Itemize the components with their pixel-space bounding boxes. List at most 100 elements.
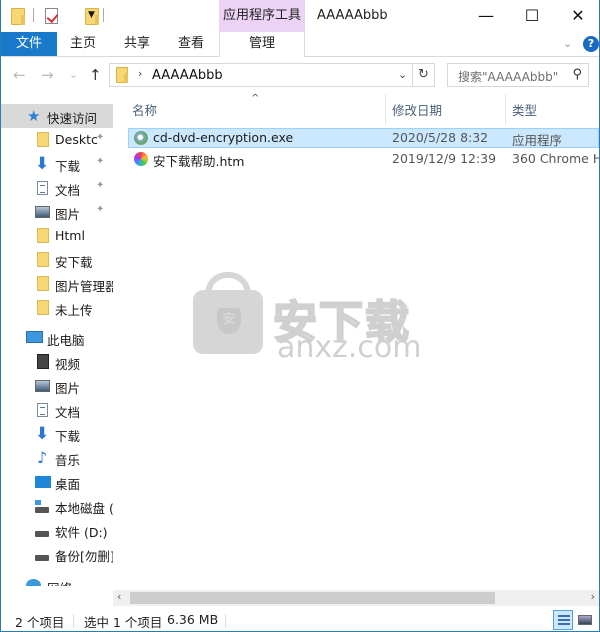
file-date: 2020/5/28 8:32	[392, 130, 489, 145]
file-name: 安下载帮助.htm	[153, 154, 245, 169]
tab-manage-container: 管理	[219, 32, 305, 57]
status-bar: 2 个项目 选中 1 个项目 6.36 MB	[1, 608, 599, 632]
sidebar-item-network[interactable]: 网络	[1, 574, 113, 586]
sidebar-item-downloads-pc[interactable]: ⬇ 下载	[1, 422, 113, 446]
breadcrumb-current[interactable]: AAAAAbbb	[152, 68, 223, 83]
folder-icon	[116, 67, 128, 83]
sidebar-item-label: 文档	[55, 183, 81, 198]
separator	[33, 8, 34, 22]
maximize-button[interactable]: ☐	[509, 0, 555, 30]
sidebar-item-quick-access[interactable]: ★ 快速访问	[1, 104, 113, 128]
file-name: cd-dvd-encryption.exe	[153, 130, 294, 145]
folder-icon[interactable]	[11, 8, 25, 25]
tab-home[interactable]: 主页	[57, 32, 109, 56]
computer-icon	[26, 331, 43, 343]
file-row[interactable]: cd-dvd-encryption.exe 2020/5/28 8:32 应用程…	[128, 128, 599, 148]
close-button[interactable]: ✕	[555, 0, 600, 30]
sort-ascending-icon: ^	[251, 93, 260, 104]
picture-icon	[35, 380, 50, 392]
address-bar[interactable]: › AAAAAbbb ⌄	[109, 63, 413, 87]
file-row[interactable]: 安下载帮助.htm 2019/12/9 12:39 360 Chrome HT	[128, 149, 599, 169]
sidebar-item-label: 视频	[55, 357, 81, 372]
horizontal-scrollbar[interactable]: ‹ ›	[113, 590, 599, 606]
sidebar-item-label: 图片	[55, 381, 81, 396]
sidebar-item-label: 文档	[55, 405, 81, 420]
address-dropdown-icon[interactable]: ⌄	[398, 68, 407, 81]
document-icon	[37, 403, 48, 417]
navigation-pane: ★ 快速访问 Desktc ✦ ⬇ 下载 ✦ 文档 ✦ 图片 ✦ Html 安下…	[1, 92, 113, 586]
ribbon-tabs: 文件 主页 共享 查看 管理 ⌄ ?	[1, 32, 599, 57]
sidebar-item-label: 安下载	[55, 255, 93, 270]
breadcrumb-chevron-icon[interactable]: ›	[138, 67, 142, 80]
sidebar-item-not-uploaded[interactable]: 未上传	[1, 296, 113, 320]
recent-locations-button[interactable]: ⌄	[69, 68, 78, 81]
picture-icon	[35, 206, 50, 218]
tab-view[interactable]: 查看	[165, 32, 217, 56]
sidebar-item-label: 备份[勿删]	[55, 549, 113, 564]
sidebar-item-label: Html	[55, 228, 85, 243]
pin-icon[interactable]: ✦	[96, 156, 104, 167]
sidebar-item-documents-pc[interactable]: 文档	[1, 398, 113, 422]
sidebar-item-documents[interactable]: 文档 ✦	[1, 176, 113, 200]
column-header-type[interactable]: 类型	[512, 100, 537, 119]
large-icons-view-icon	[578, 615, 592, 625]
sidebar-item-label: 下载	[55, 159, 81, 174]
sidebar-item-music[interactable]: ♪ 音乐	[1, 446, 113, 470]
sidebar-item-label: 桌面	[55, 477, 81, 492]
column-divider[interactable]	[505, 94, 506, 124]
sidebar-item-label: 图片	[55, 207, 81, 222]
details-view-button[interactable]	[553, 610, 573, 630]
sidebar-item-desktop-pc[interactable]: 桌面	[1, 470, 113, 494]
column-header-date-modified[interactable]: 修改日期	[392, 100, 442, 119]
scroll-right-icon[interactable]: ›	[591, 590, 595, 603]
pin-icon[interactable]: ✦	[96, 132, 104, 143]
sidebar-item-this-pc[interactable]: 此电脑	[1, 326, 113, 350]
pin-icon[interactable]: ✦	[96, 204, 104, 215]
tab-manage[interactable]: 管理	[220, 32, 304, 56]
sidebar-item-html[interactable]: Html	[1, 224, 113, 248]
sidebar-item-label: 图片管理器	[55, 279, 113, 294]
separator	[73, 614, 74, 628]
search-input[interactable]: 搜索"AAAAAbbb" ⚲	[447, 63, 589, 87]
exe-setup-icon	[134, 131, 148, 145]
sidebar-item-local-disk-c[interactable]: 本地磁盘 (	[1, 494, 113, 518]
sidebar-item-videos[interactable]: 视频	[1, 350, 113, 374]
search-icon[interactable]: ⚲	[572, 67, 582, 82]
refresh-button[interactable]: ↻	[413, 63, 435, 87]
sidebar-item-image-manager[interactable]: 图片管理器	[1, 272, 113, 296]
folder-icon	[37, 276, 49, 291]
forward-button[interactable]: →	[41, 66, 54, 84]
sidebar-item-label: 音乐	[55, 453, 81, 468]
tab-file[interactable]: 文件	[1, 32, 57, 56]
column-header-name[interactable]: 名称	[132, 100, 157, 119]
search-placeholder: 搜索"AAAAAbbb"	[458, 70, 559, 84]
minimize-button[interactable]: —	[463, 0, 509, 30]
back-button[interactable]: ←	[13, 66, 26, 84]
sidebar-item-pictures[interactable]: 图片 ✦	[1, 200, 113, 224]
column-divider[interactable]	[385, 94, 386, 124]
expand-ribbon-icon[interactable]: ⌄	[563, 37, 572, 50]
sidebar-item-anxz[interactable]: 安下载	[1, 248, 113, 272]
sidebar-item-drive-d[interactable]: 软件 (D:)	[1, 518, 113, 542]
download-icon: ⬇	[35, 154, 50, 174]
sidebar-item-desktop[interactable]: Desktc ✦	[1, 128, 113, 152]
document-icon	[37, 181, 48, 195]
customize-dropdown-icon[interactable]: ▼	[88, 10, 95, 20]
scroll-left-icon[interactable]: ‹	[117, 590, 121, 603]
title-bar: ▼ 应用程序工具 AAAAAbbb — ☐ ✕	[1, 0, 599, 32]
details-view-icon	[558, 615, 570, 626]
tab-share[interactable]: 共享	[111, 32, 163, 56]
shield-icon: 安	[217, 308, 241, 334]
properties-check-icon[interactable]	[45, 8, 58, 24]
sidebar-item-backup-drive[interactable]: 备份[勿删]	[1, 542, 113, 566]
sidebar-item-label: Desktc	[55, 132, 98, 147]
sidebar-item-pictures-pc[interactable]: 图片	[1, 374, 113, 398]
sidebar-item-label: 本地磁盘 (	[55, 501, 113, 516]
up-button[interactable]: ↑	[89, 66, 102, 84]
scrollbar-thumb[interactable]	[130, 592, 495, 604]
pin-icon[interactable]: ✦	[96, 180, 104, 191]
sidebar-item-downloads[interactable]: ⬇ 下载 ✦	[1, 152, 113, 176]
help-icon[interactable]: ?	[583, 36, 599, 52]
large-icons-view-button[interactable]	[575, 610, 595, 630]
file-type: 应用程序	[512, 133, 563, 148]
